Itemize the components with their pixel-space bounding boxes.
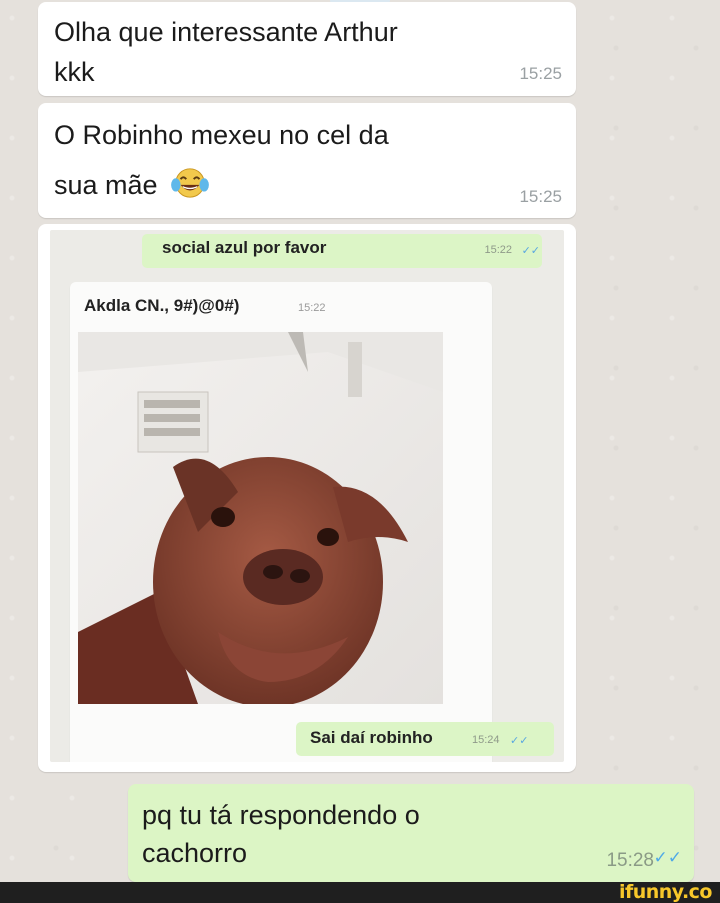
read-ticks-icon: ✓✓ (510, 735, 529, 747)
embedded-message-time: 15:22 (298, 302, 326, 314)
outgoing-message[interactable]: pq tu tá respondendo o cachorro 15:28 ✓✓ (128, 784, 694, 882)
message-time: 15:28 (606, 850, 654, 871)
message-line: cachorro (142, 838, 248, 868)
embedded-incoming-message: Akdla CN., 9#)@0#) 15:22 (70, 282, 492, 762)
message-line: kkk (54, 57, 95, 87)
incoming-message[interactable]: Olha que interessante Arthur kkk 15:25 (38, 2, 576, 96)
message-text: pq tu tá respondendo o cachorro (142, 796, 582, 872)
embedded-message-text: Akdla CN., 9#)@0#) (84, 296, 240, 315)
embedded-message-text: Sai daí robinho (310, 728, 433, 747)
embedded-outgoing-reply: Sai daí robinho 15:24 ✓✓ (296, 722, 554, 756)
face-with-tears-of-joy-icon (171, 168, 209, 198)
message-line: Olha que interessante Arthur (54, 17, 398, 47)
embedded-message-text: social azul por favor (162, 238, 327, 257)
read-ticks-icon: ✓✓ (653, 848, 683, 867)
embedded-outgoing-message: social azul por favor 15:22 ✓✓ (142, 234, 542, 268)
message-line: pq tu tá respondendo o (142, 800, 420, 830)
embedded-screenshot: social azul por favor 15:22 ✓✓ Akdla CN.… (50, 230, 564, 762)
message-line: O Robinho mexeu no cel da (54, 120, 389, 150)
ifunny-watermark: ifunny.co (618, 881, 713, 903)
watermark-bar: ifunny.co (0, 881, 720, 903)
message-line: sua mãe (54, 170, 158, 200)
incoming-image-message[interactable]: social azul por favor 15:22 ✓✓ Akdla CN.… (38, 224, 576, 772)
embedded-message-time: 15:22 (484, 244, 512, 256)
message-line-2: sua mãe (54, 165, 474, 205)
message-time: 15:25 (519, 187, 562, 206)
read-ticks-icon: ✓✓ (521, 245, 540, 257)
dog-photo (78, 332, 443, 704)
embedded-message-time: 15:24 (472, 734, 500, 746)
message-text: Olha que interessante Arthur kkk (54, 12, 484, 92)
incoming-message[interactable]: O Robinho mexeu no cel da sua mãe 15:25 (38, 103, 576, 218)
message-time: 15:25 (519, 64, 562, 83)
